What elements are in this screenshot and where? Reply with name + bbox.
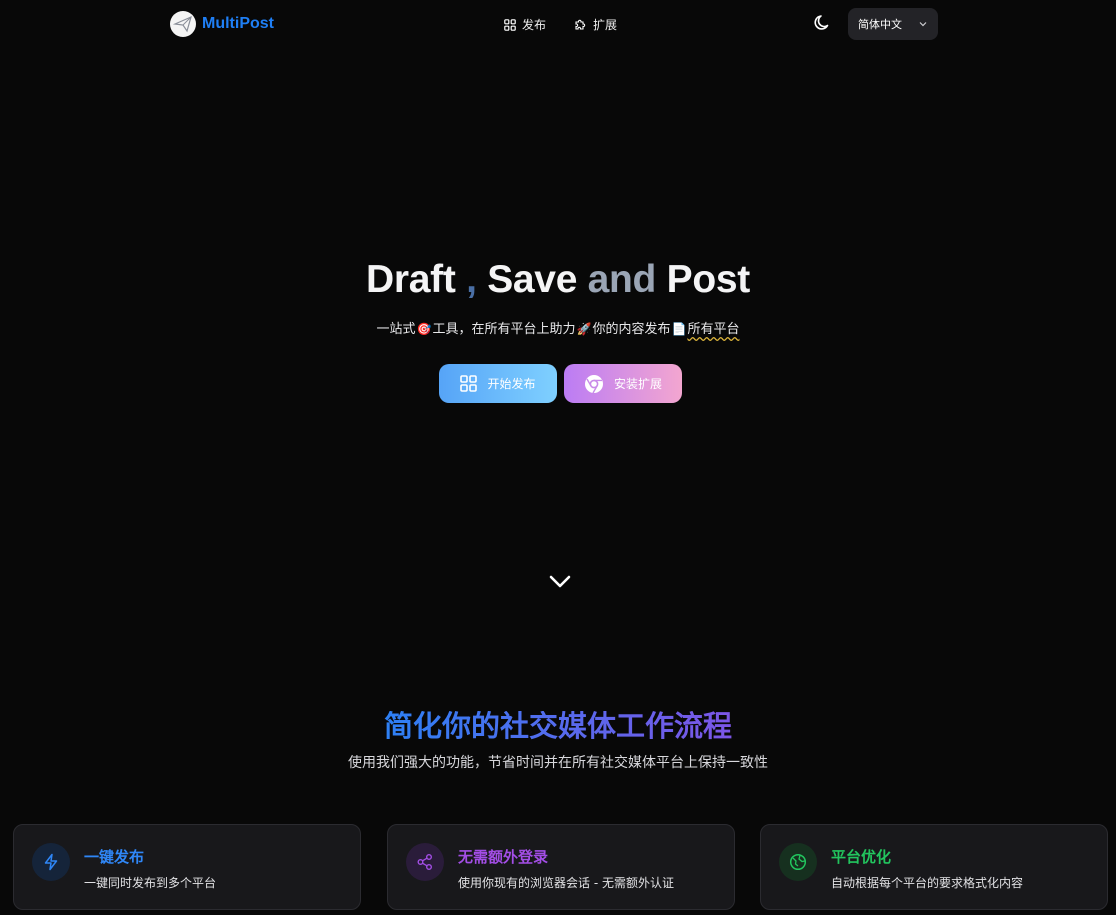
share-icon xyxy=(406,843,444,881)
rocket-emoji-icon: 🚀 xyxy=(576,322,592,336)
multipost-logo-icon xyxy=(170,11,196,37)
feature-card-title: 无需额外登录 xyxy=(458,848,549,866)
moon-icon xyxy=(814,15,829,30)
hero-sub-text: 工具，在所有平台上助力 xyxy=(432,322,576,337)
feature-card-no-login: 无需额外登录 使用你现有的浏览器会话 - 无需额外认证 xyxy=(387,824,735,910)
install-extension-label: 安装扩展 xyxy=(613,377,662,391)
globe-icon xyxy=(779,843,817,881)
brand-name: MultiPost xyxy=(202,15,274,32)
hero-sub-highlight: 所有平台 xyxy=(687,322,740,337)
nav-links: 发布 扩展 xyxy=(504,16,617,33)
features-title-text: 简化你的社交媒体工作流程 xyxy=(383,711,732,743)
chevron-down-icon xyxy=(919,22,927,27)
start-publish-button[interactable]: 开始发布 xyxy=(439,364,557,403)
start-publish-label: 开始发布 xyxy=(487,377,536,391)
feature-card-platform-optimize: 平台优化 自动根据每个平台的要求格式化内容 xyxy=(760,824,1108,910)
language-select[interactable]: 简体中文 xyxy=(848,8,938,40)
lightning-icon xyxy=(32,843,70,881)
theme-toggle-button[interactable] xyxy=(812,12,834,34)
hero-title-save: Save xyxy=(487,258,578,301)
features-subtitle: 使用我们强大的功能，节省时间并在所有社交媒体平台上保持一致性 xyxy=(348,755,768,771)
feature-card-desc: 自动根据每个平台的要求格式化内容 xyxy=(831,876,1024,890)
nav-link-publish[interactable]: 发布 xyxy=(504,16,546,33)
feature-card-desc: 一键同时发布到多个平台 xyxy=(84,876,217,890)
feature-card-title: 一键发布 xyxy=(84,848,145,866)
chrome-icon xyxy=(584,374,603,393)
scroll-down-button[interactable] xyxy=(548,572,572,596)
nav-link-label: 发布 xyxy=(522,18,547,32)
hero-title-comma: , xyxy=(466,258,477,301)
top-navbar: MultiPost 发布 扩展 简体中文 xyxy=(0,0,1116,48)
hero-sub-text: 你的内容发布 xyxy=(592,322,671,337)
grid-icon xyxy=(504,18,516,31)
nav-link-label: 扩展 xyxy=(593,18,618,32)
hero-sub-text: 一站式 xyxy=(376,322,416,337)
feature-card-one-click: 一键发布 一键同时发布到多个平台 xyxy=(13,824,361,910)
document-emoji-icon: 📄 xyxy=(671,322,687,336)
features-title: 简化你的社交媒体工作流程 xyxy=(0,703,1116,745)
target-emoji-icon: 🎯 xyxy=(416,322,432,336)
hero-title-post: Post xyxy=(666,258,751,301)
hero-title: Draft , Save and Post xyxy=(0,258,1116,302)
feature-card-title: 平台优化 xyxy=(831,848,892,866)
language-value: 简体中文 xyxy=(858,18,902,31)
brand-link[interactable]: MultiPost xyxy=(170,11,274,37)
grid-icon xyxy=(460,375,478,392)
hero-title-and: and xyxy=(587,258,657,301)
feature-card-desc: 使用你现有的浏览器会话 - 无需额外认证 xyxy=(458,876,674,890)
chevron-down-icon xyxy=(549,575,571,588)
hero-subtitle: 一站式🎯工具，在所有平台上助力🚀你的内容发布📄所有平台 xyxy=(0,318,1116,337)
puzzle-icon xyxy=(575,19,586,30)
nav-link-extension[interactable]: 扩展 xyxy=(574,16,617,33)
hero-title-draft: Draft xyxy=(366,258,456,301)
install-extension-button[interactable]: 安装扩展 xyxy=(564,364,682,403)
